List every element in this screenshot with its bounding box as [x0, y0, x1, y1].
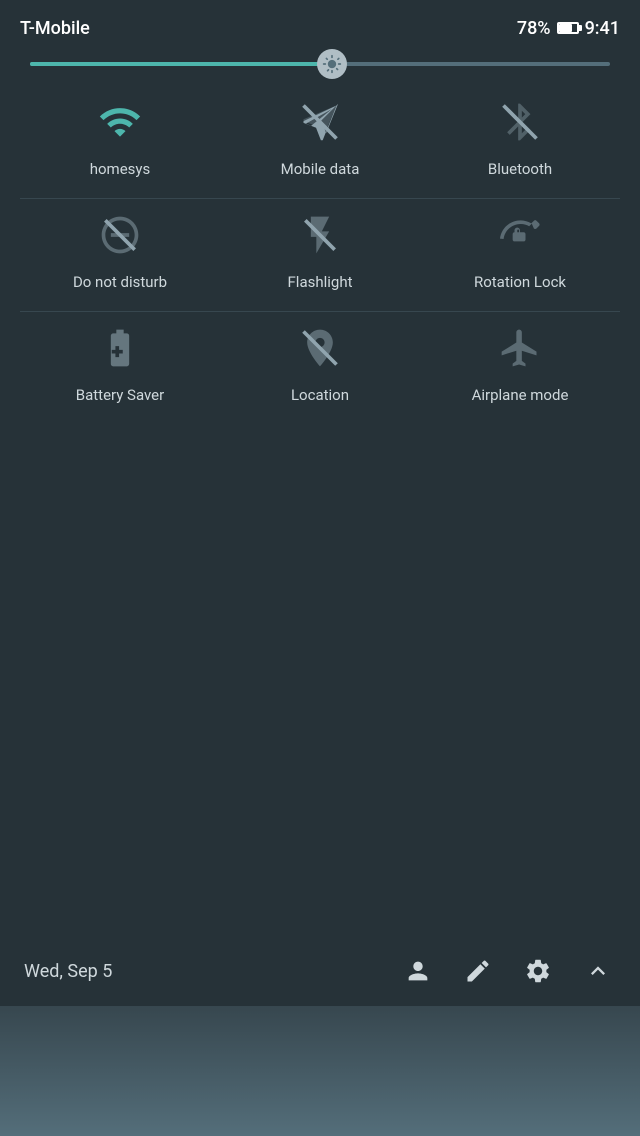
tiles-row-1: homesys Mobile data Bluetooth [0, 86, 640, 198]
tile-mobile-data[interactable]: Mobile data [250, 96, 390, 178]
tile-wifi-label: homesys [90, 160, 151, 178]
battery-saver-svg [98, 326, 142, 370]
tile-airplane-mode-label: Airplane mode [472, 386, 569, 404]
tile-battery-saver[interactable]: Battery Saver [50, 322, 190, 404]
tile-wifi[interactable]: homesys [50, 96, 190, 178]
airplane-mode-icon [494, 322, 546, 374]
tile-dnd-label: Do not disturb [73, 273, 167, 291]
tile-rotation-lock[interactable]: Rotation Lock [450, 209, 590, 291]
dnd-svg [98, 213, 142, 257]
carrier-label: T-Mobile [20, 18, 90, 39]
tile-rotation-lock-label: Rotation Lock [474, 273, 566, 291]
tile-bluetooth-label: Bluetooth [488, 160, 552, 178]
user-button[interactable] [400, 953, 436, 989]
brightness-thumb[interactable] [317, 49, 347, 79]
tile-flashlight-label: Flashlight [288, 273, 353, 291]
rotation-lock-svg [498, 213, 542, 257]
brightness-fill [30, 62, 332, 66]
edit-button[interactable] [460, 953, 496, 989]
battery-percent: 78% [517, 18, 551, 39]
tile-location-label: Location [291, 386, 349, 404]
wifi-icon [94, 96, 146, 148]
battery-saver-icon [94, 322, 146, 374]
tile-airplane-mode[interactable]: Airplane mode [450, 322, 590, 404]
gear-icon [524, 957, 552, 985]
tile-location[interactable]: Location [250, 322, 390, 404]
airplane-svg [498, 326, 542, 370]
bluetooth-icon [494, 96, 546, 148]
bottom-actions [400, 953, 616, 989]
wallpaper [0, 1006, 640, 1136]
mobile-data-svg [298, 100, 342, 144]
location-icon [294, 322, 346, 374]
brightness-icon [322, 54, 342, 74]
flashlight-svg [298, 213, 342, 257]
status-right: 78% 9:41 [517, 18, 620, 39]
tile-dnd[interactable]: Do not disturb [50, 209, 190, 291]
time-label: 9:41 [585, 18, 620, 39]
tile-mobile-data-label: Mobile data [281, 160, 360, 178]
tiles-row-2: Do not disturb Flashlight Rotation Lock [0, 199, 640, 311]
settings-button[interactable] [520, 953, 556, 989]
brightness-slider-container [0, 52, 640, 86]
bluetooth-svg [498, 100, 542, 144]
collapse-button[interactable] [580, 953, 616, 989]
rotation-lock-icon [494, 209, 546, 261]
tiles-row-3: Battery Saver Location Airplane mode [0, 312, 640, 424]
bottom-bar: Wed, Sep 5 [0, 936, 640, 1006]
bottom-date: Wed, Sep 5 [24, 961, 400, 982]
mobile-data-icon [294, 96, 346, 148]
flashlight-icon [294, 209, 346, 261]
chevron-up-icon [584, 957, 612, 985]
wifi-svg [98, 100, 142, 144]
brightness-track[interactable] [30, 62, 610, 66]
location-svg [298, 326, 342, 370]
tile-bluetooth[interactable]: Bluetooth [450, 96, 590, 178]
user-icon [404, 957, 432, 985]
status-bar: T-Mobile 78% 9:41 [0, 0, 640, 52]
dnd-icon [94, 209, 146, 261]
battery-icon [557, 22, 579, 34]
edit-icon [464, 957, 492, 985]
tile-battery-saver-label: Battery Saver [76, 386, 164, 404]
tile-flashlight[interactable]: Flashlight [250, 209, 390, 291]
